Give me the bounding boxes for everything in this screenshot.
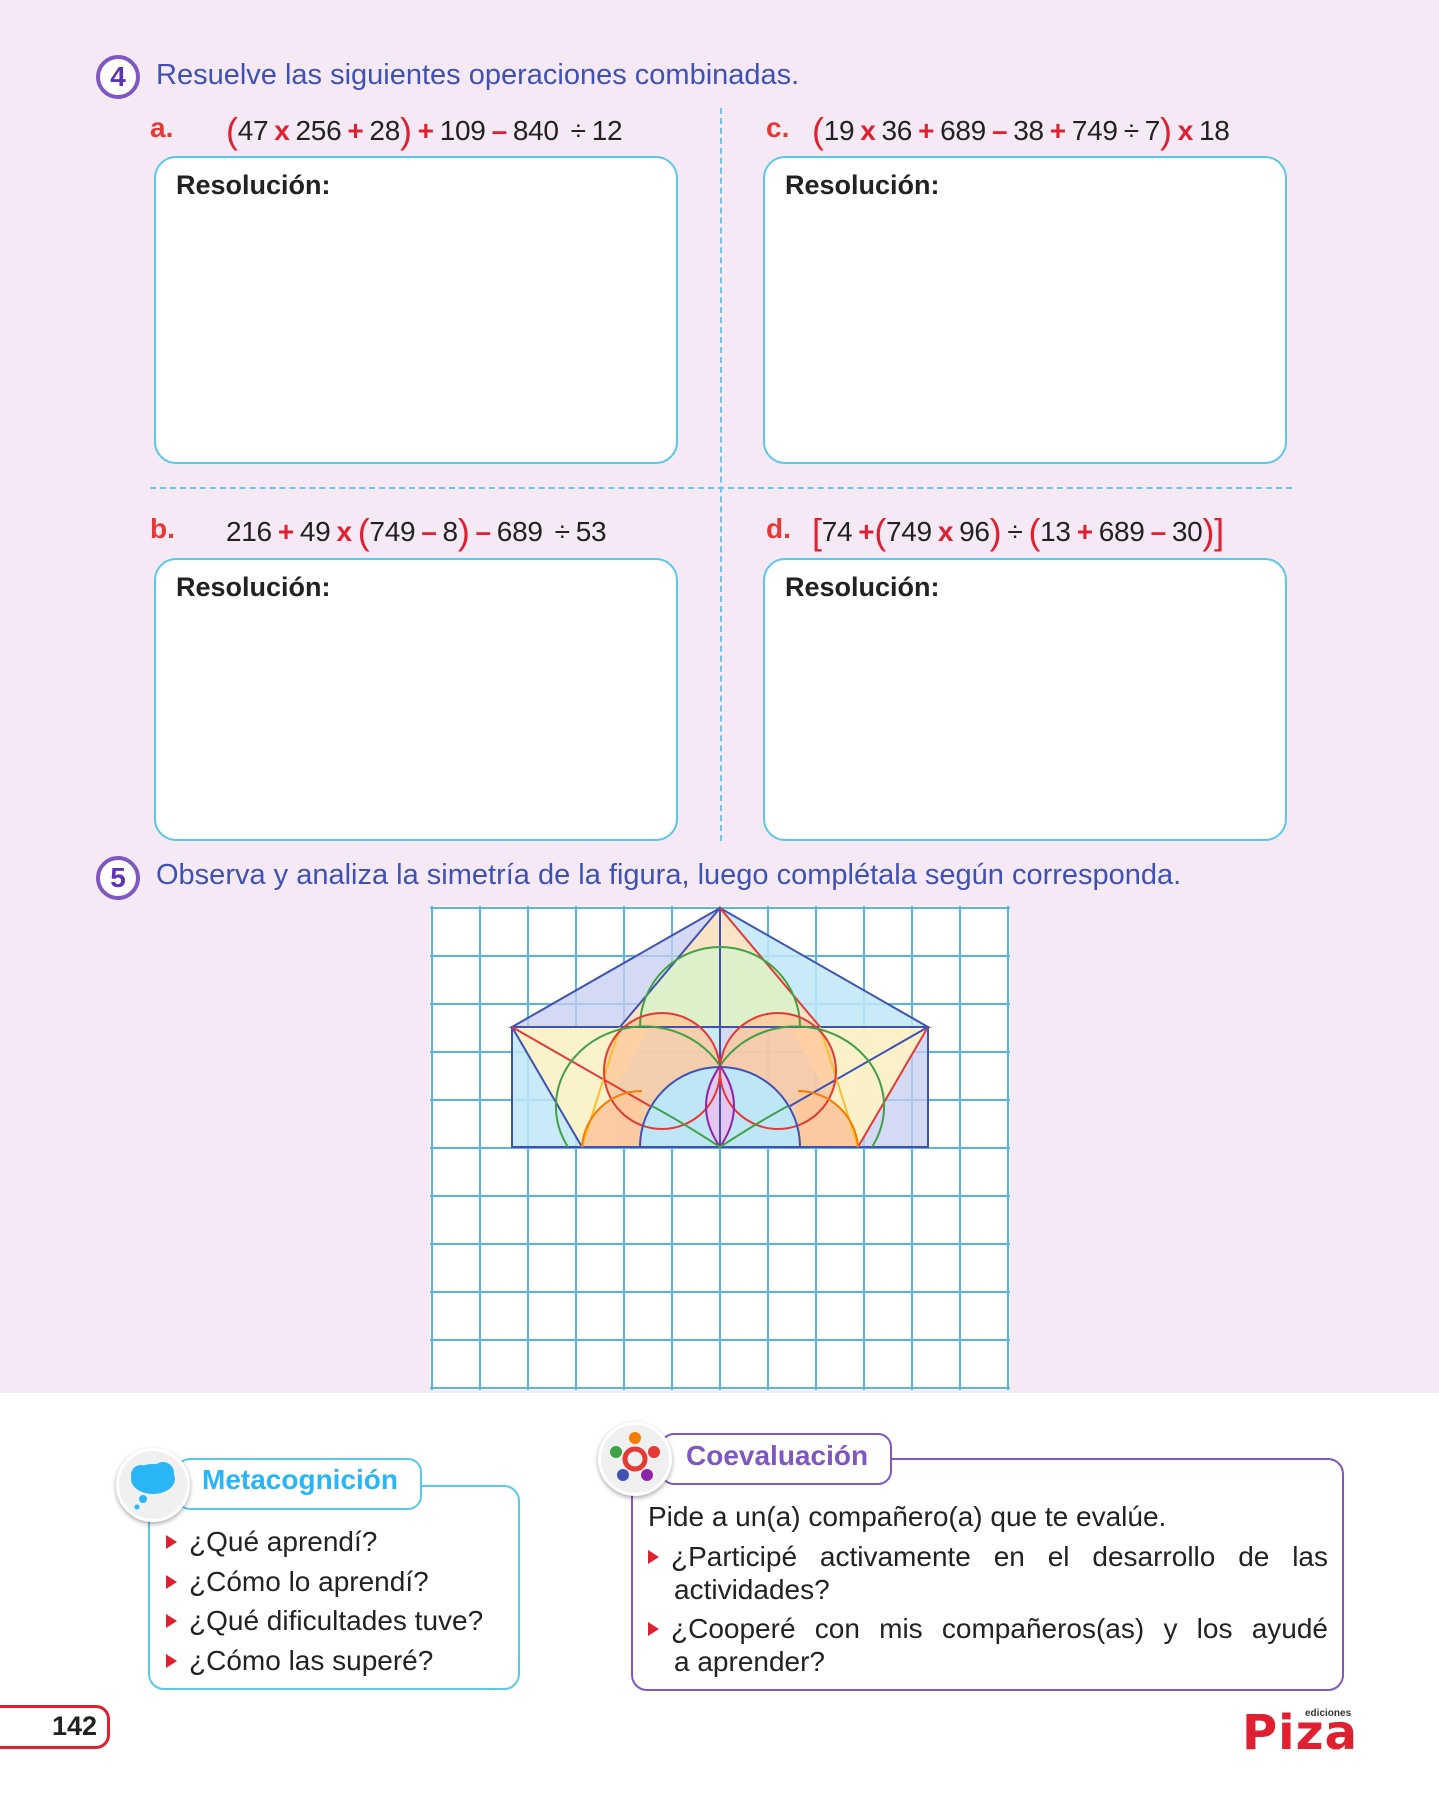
exercise-5-number: 5 bbox=[96, 856, 140, 900]
coevaluation-intro: Pide a un(a) compañero(a) que te evalúe. bbox=[648, 1501, 1167, 1532]
resolution-box-c[interactable]: Resolución: bbox=[763, 156, 1287, 464]
metacognition-question: ¿Qué dificultades tuve? bbox=[166, 1605, 483, 1637]
item-b-letter: b. bbox=[150, 513, 175, 544]
coevaluation-question: ¿Participé activamente en el desarrollo … bbox=[648, 1540, 1328, 1606]
resolution-label: Resolución: bbox=[176, 572, 331, 602]
exercise-4-instruction: Resuelve las siguientes operaciones comb… bbox=[156, 59, 800, 91]
item-a-letter: a. bbox=[150, 112, 174, 143]
metacognition-question: ¿Cómo las superé? bbox=[166, 1645, 433, 1677]
resolution-label: Resolución: bbox=[785, 572, 940, 602]
item-a-expression: (47 x 256 +28) +109–840 ÷ 12 bbox=[226, 110, 623, 151]
item-c-expression: (19 x 36 +689–38 +749 ÷ 7) x 18 bbox=[812, 110, 1230, 151]
bullet-arrow-icon bbox=[166, 1535, 177, 1549]
bullet-arrow-icon bbox=[166, 1654, 177, 1668]
resolution-box-a[interactable]: Resolución: bbox=[154, 156, 678, 464]
item-b-expression: 216 +49 x (749–8) –689 ÷ 53 bbox=[226, 511, 607, 552]
bullet-arrow-icon bbox=[166, 1575, 177, 1589]
item-c-letter: c. bbox=[766, 112, 790, 143]
item-d-expression: [74 +(749 x 96) ÷ (13 +689–30)] bbox=[812, 511, 1224, 552]
vertical-divider bbox=[720, 108, 722, 841]
horizontal-divider bbox=[150, 487, 1292, 489]
people-circle-icon-graphic bbox=[610, 1432, 660, 1481]
item-d-letter: d. bbox=[766, 513, 791, 544]
exercise-5-instruction: Observa y analiza la simetría de la figu… bbox=[156, 859, 1182, 891]
symmetry-grid[interactable] bbox=[430, 906, 1010, 1390]
exercise-4-number: 4 bbox=[96, 55, 140, 99]
resolution-box-d[interactable]: Resolución: bbox=[763, 558, 1287, 841]
resolution-label: Resolución: bbox=[785, 170, 940, 200]
resolution-box-b[interactable]: Resolución: bbox=[154, 558, 678, 841]
metacognition-question: ¿Cómo lo aprendí? bbox=[166, 1566, 429, 1598]
resolution-label: Resolución: bbox=[176, 170, 331, 200]
metacognition-title: Metacognición bbox=[202, 1464, 399, 1495]
publisher-logo-small: ediciones bbox=[1305, 1708, 1352, 1719]
metacognition-question: ¿Qué aprendí? bbox=[166, 1526, 377, 1558]
people-circle-icon bbox=[598, 1422, 672, 1496]
bullet-arrow-icon bbox=[648, 1550, 659, 1564]
page-number: 142 bbox=[52, 1711, 98, 1741]
thought-cloud-icon-graphic bbox=[131, 1462, 175, 1510]
coevaluation-title: Coevaluación bbox=[686, 1440, 869, 1471]
coevaluation-question: ¿Cooperé con mis compañeros(as) y los ay… bbox=[648, 1612, 1328, 1678]
thought-cloud-icon bbox=[116, 1448, 190, 1522]
bullet-arrow-icon bbox=[648, 1622, 659, 1636]
bullet-arrow-icon bbox=[166, 1614, 177, 1628]
